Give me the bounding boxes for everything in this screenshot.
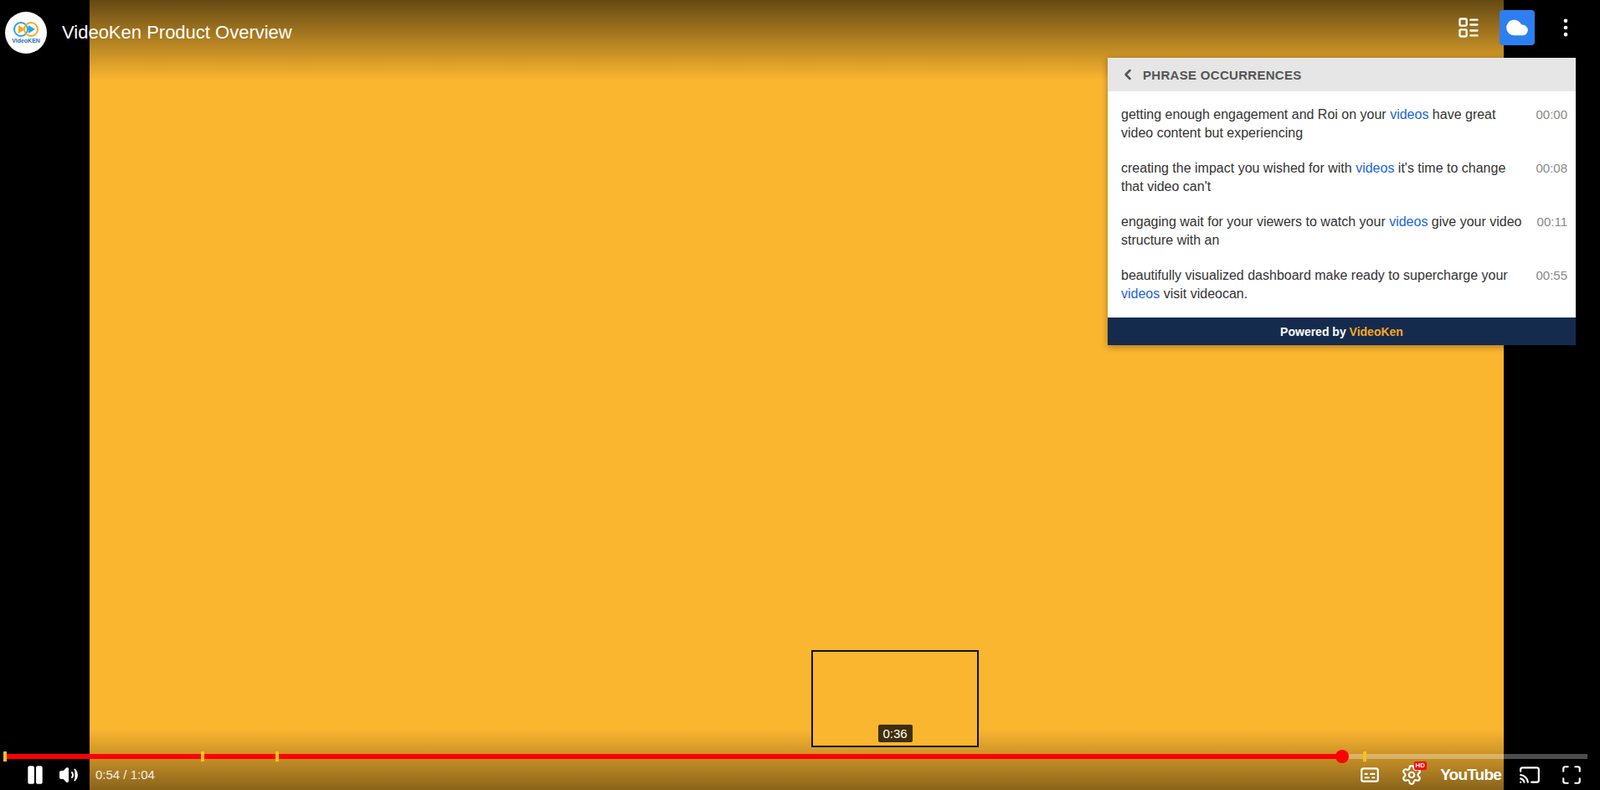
top-actions — [1450, 10, 1584, 45]
phrase-row[interactable]: getting enough engagement and Roi on you… — [1107, 97, 1576, 152]
cloud-icon — [1505, 15, 1529, 40]
youtube-logo[interactable]: YouTube — [1436, 765, 1505, 784]
phrase-match: videos — [1389, 107, 1429, 122]
more-icon — [1553, 15, 1578, 40]
phrase-time: 00:00 — [1535, 105, 1568, 124]
preview-time: 0:36 — [878, 724, 913, 742]
phrase-text: creating the impact you wished for with … — [1121, 159, 1524, 196]
volume-icon — [58, 764, 79, 785]
phrase-text: engaging wait for your viewers to watch … — [1121, 212, 1526, 250]
phrase-match: videos — [1355, 160, 1395, 175]
phrase-marker[interactable] — [200, 751, 205, 762]
phrase-match: videos — [1389, 214, 1428, 229]
progress-played — [5, 753, 1343, 759]
settings-button[interactable]: HD — [1394, 759, 1429, 790]
phrase-row[interactable]: creating the impact you wished for with … — [1107, 151, 1576, 206]
panel-footer: Powered by VideoKen — [1107, 317, 1576, 345]
captions-icon — [1358, 763, 1381, 786]
channel-logo[interactable]: VideoKEN — [5, 11, 47, 54]
hd-badge: HD — [1414, 761, 1428, 770]
more-button[interactable] — [1548, 10, 1584, 46]
phrase-time: 00:55 — [1535, 266, 1568, 285]
play-logo-icon — [13, 21, 39, 37]
pause-icon — [24, 763, 47, 786]
chapters-icon — [1456, 15, 1481, 40]
phrase-marker[interactable] — [3, 751, 7, 762]
panel-title: PHRASE OCCURRENCES — [1142, 67, 1302, 83]
footer-prefix: Powered by — [1280, 324, 1349, 339]
phrase-time: 00:08 — [1535, 159, 1568, 178]
phrase-panel: PHRASE OCCURRENCES getting enough engagem… — [1107, 57, 1576, 345]
phrase-search-button[interactable] — [1499, 10, 1535, 46]
fullscreen-button[interactable] — [1554, 759, 1589, 790]
cast-icon — [1518, 763, 1541, 786]
back-button[interactable] — [1119, 66, 1137, 83]
bottom-controls: 0:36 0:54 / 1:04 HD YouTube — [0, 728, 1600, 790]
captions-button[interactable] — [1353, 759, 1387, 790]
right-controls: HD YouTube — [1353, 759, 1589, 790]
chevron-left-icon — [1119, 66, 1137, 83]
hover-preview: 0:36 — [811, 649, 979, 747]
phrase-marker[interactable] — [275, 751, 279, 762]
chapters-button[interactable] — [1450, 10, 1487, 46]
time-display: 0:54 / 1:04 — [95, 766, 155, 782]
scrubber[interactable] — [1335, 749, 1349, 763]
panel-header: PHRASE OCCURRENCES — [1107, 57, 1576, 92]
phrase-text: getting enough engagement and Roi on you… — [1121, 105, 1524, 143]
volume-button[interactable] — [51, 759, 86, 790]
phrase-text: beautifully visualized dashboard make re… — [1121, 266, 1524, 304]
cast-button[interactable] — [1512, 759, 1547, 790]
footer-brand[interactable]: VideoKen — [1349, 324, 1404, 339]
fullscreen-icon — [1560, 763, 1583, 786]
video-title[interactable]: VideoKen Product Overview — [61, 11, 293, 54]
phrase-row[interactable]: engaging wait for your viewers to watch … — [1107, 205, 1576, 259]
logo-text: VideoKEN — [11, 37, 41, 44]
control-bar: 0:54 / 1:04 HD YouTube — [0, 758, 1600, 790]
phrase-match: videos — [1121, 286, 1160, 301]
phrase-time: 00:11 — [1537, 212, 1568, 232]
phrase-marker[interactable] — [1363, 751, 1367, 762]
video-player: VideoKEN VideoKen Product Overview PHRASE … — [0, 0, 1600, 790]
phrase-row[interactable]: beautifully visualized dashboard make re… — [1107, 258, 1576, 313]
letterbox-left — [0, 0, 90, 790]
progress-bar[interactable]: 0:36 — [5, 753, 1588, 759]
phrase-list: getting enough engagement and Roi on you… — [1107, 91, 1576, 318]
play-pause-button[interactable] — [18, 759, 52, 790]
